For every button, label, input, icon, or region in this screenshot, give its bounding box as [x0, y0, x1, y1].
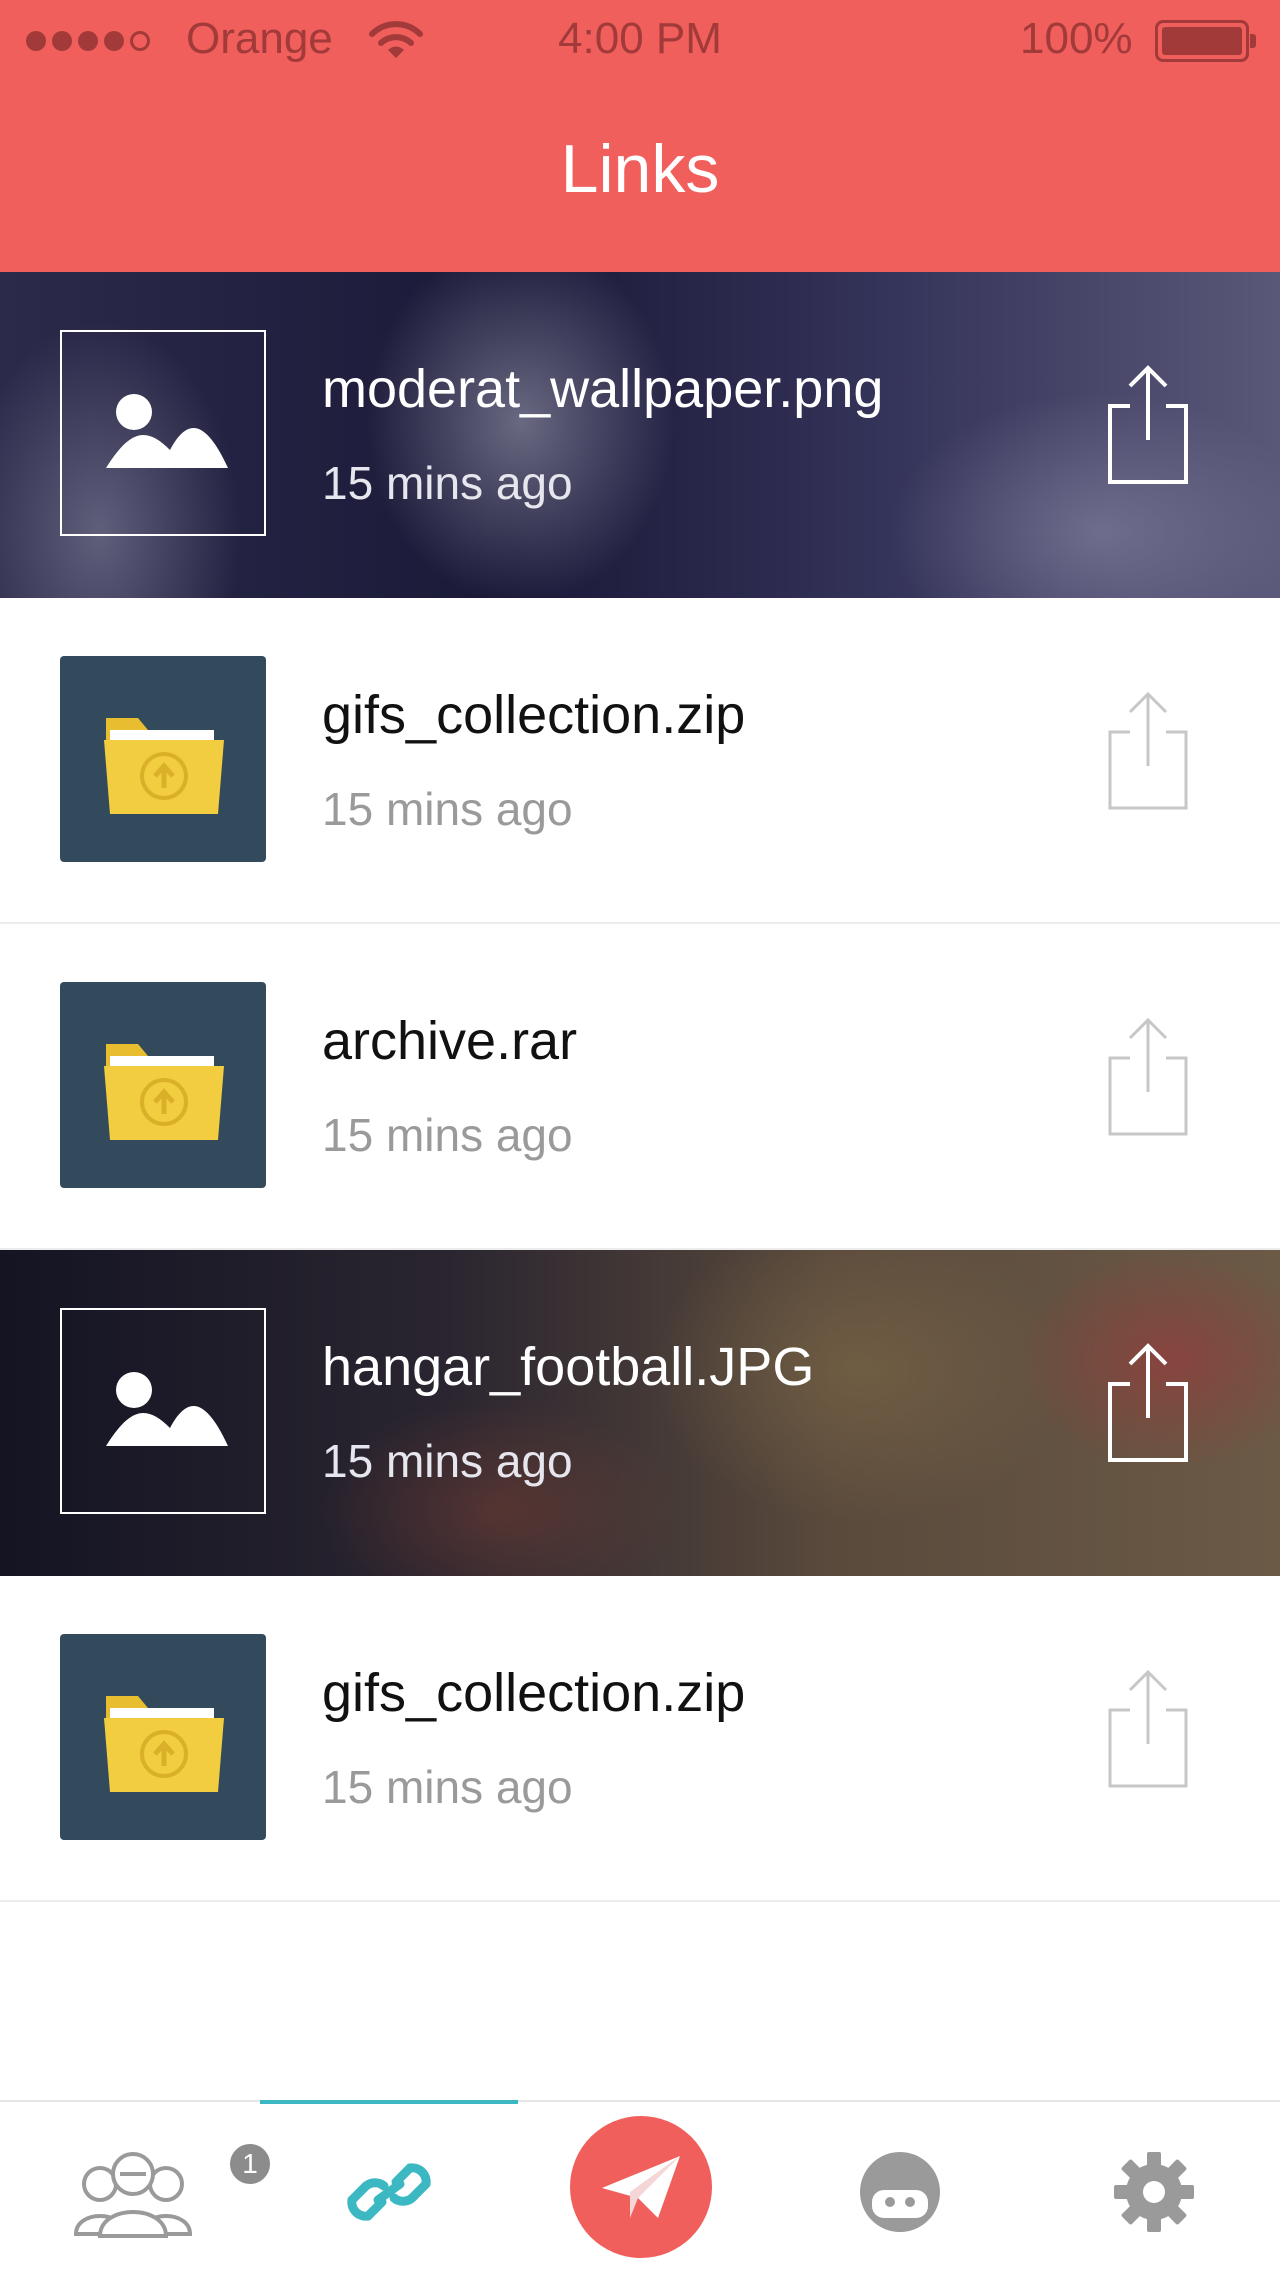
file-name: archive.rar	[322, 1011, 578, 1071]
tab-settings[interactable]	[1080, 2102, 1240, 2272]
share-icon[interactable]	[1100, 688, 1196, 814]
app-header: Orange 4:00 PM 100% Links	[0, 0, 1280, 272]
folder-icon	[60, 982, 266, 1188]
file-timestamp: 15 mins ago	[322, 457, 573, 509]
battery-icon	[1155, 20, 1256, 62]
tab-profile[interactable]	[820, 2102, 980, 2272]
list-item[interactable]: archive.rar 15 mins ago	[0, 924, 1280, 1250]
share-icon[interactable]	[1100, 1340, 1196, 1466]
folder-icon	[60, 656, 266, 862]
page-title: Links	[560, 131, 720, 207]
tab-friends[interactable]: 1	[60, 2102, 274, 2272]
file-name: hangar_football.JPG	[322, 1337, 815, 1397]
share-icon[interactable]	[1100, 1666, 1196, 1792]
battery-percentage: 100%	[1020, 14, 1133, 63]
file-timestamp: 15 mins ago	[322, 1761, 573, 1813]
share-icon[interactable]	[1100, 362, 1196, 488]
links-list: moderat_wallpaper.png 15 mins ago gifs_c…	[0, 272, 1280, 1902]
file-name: gifs_collection.zip	[322, 685, 746, 745]
list-item[interactable]: moderat_wallpaper.png 15 mins ago	[0, 272, 1280, 598]
folder-icon	[60, 1634, 266, 1840]
link-icon	[347, 2163, 431, 2221]
list-item[interactable]: gifs_collection.zip 15 mins ago	[0, 598, 1280, 924]
avatar-icon	[860, 2152, 940, 2232]
paper-plane-icon	[602, 2156, 680, 2218]
share-icon[interactable]	[1100, 1014, 1196, 1140]
gear-icon	[1114, 2152, 1194, 2232]
list-item[interactable]: hangar_football.JPG 15 mins ago	[0, 1250, 1280, 1576]
friends-icon	[73, 2152, 193, 2238]
bottom-tab-bar: 1	[0, 2100, 1280, 2272]
file-name: moderat_wallpaper.png	[322, 359, 884, 419]
image-file-icon	[60, 330, 266, 536]
image-file-icon	[60, 1308, 266, 1514]
file-name: gifs_collection.zip	[322, 1663, 746, 1723]
status-bar: Orange 4:00 PM 100%	[0, 0, 1280, 80]
file-timestamp: 15 mins ago	[322, 783, 573, 835]
list-item[interactable]: gifs_collection.zip 15 mins ago	[0, 1576, 1280, 1902]
send-button[interactable]	[570, 2116, 712, 2258]
friends-badge: 1	[226, 2140, 274, 2188]
tab-links[interactable]	[310, 2102, 470, 2272]
file-timestamp: 15 mins ago	[322, 1109, 573, 1161]
file-timestamp: 15 mins ago	[322, 1435, 573, 1487]
